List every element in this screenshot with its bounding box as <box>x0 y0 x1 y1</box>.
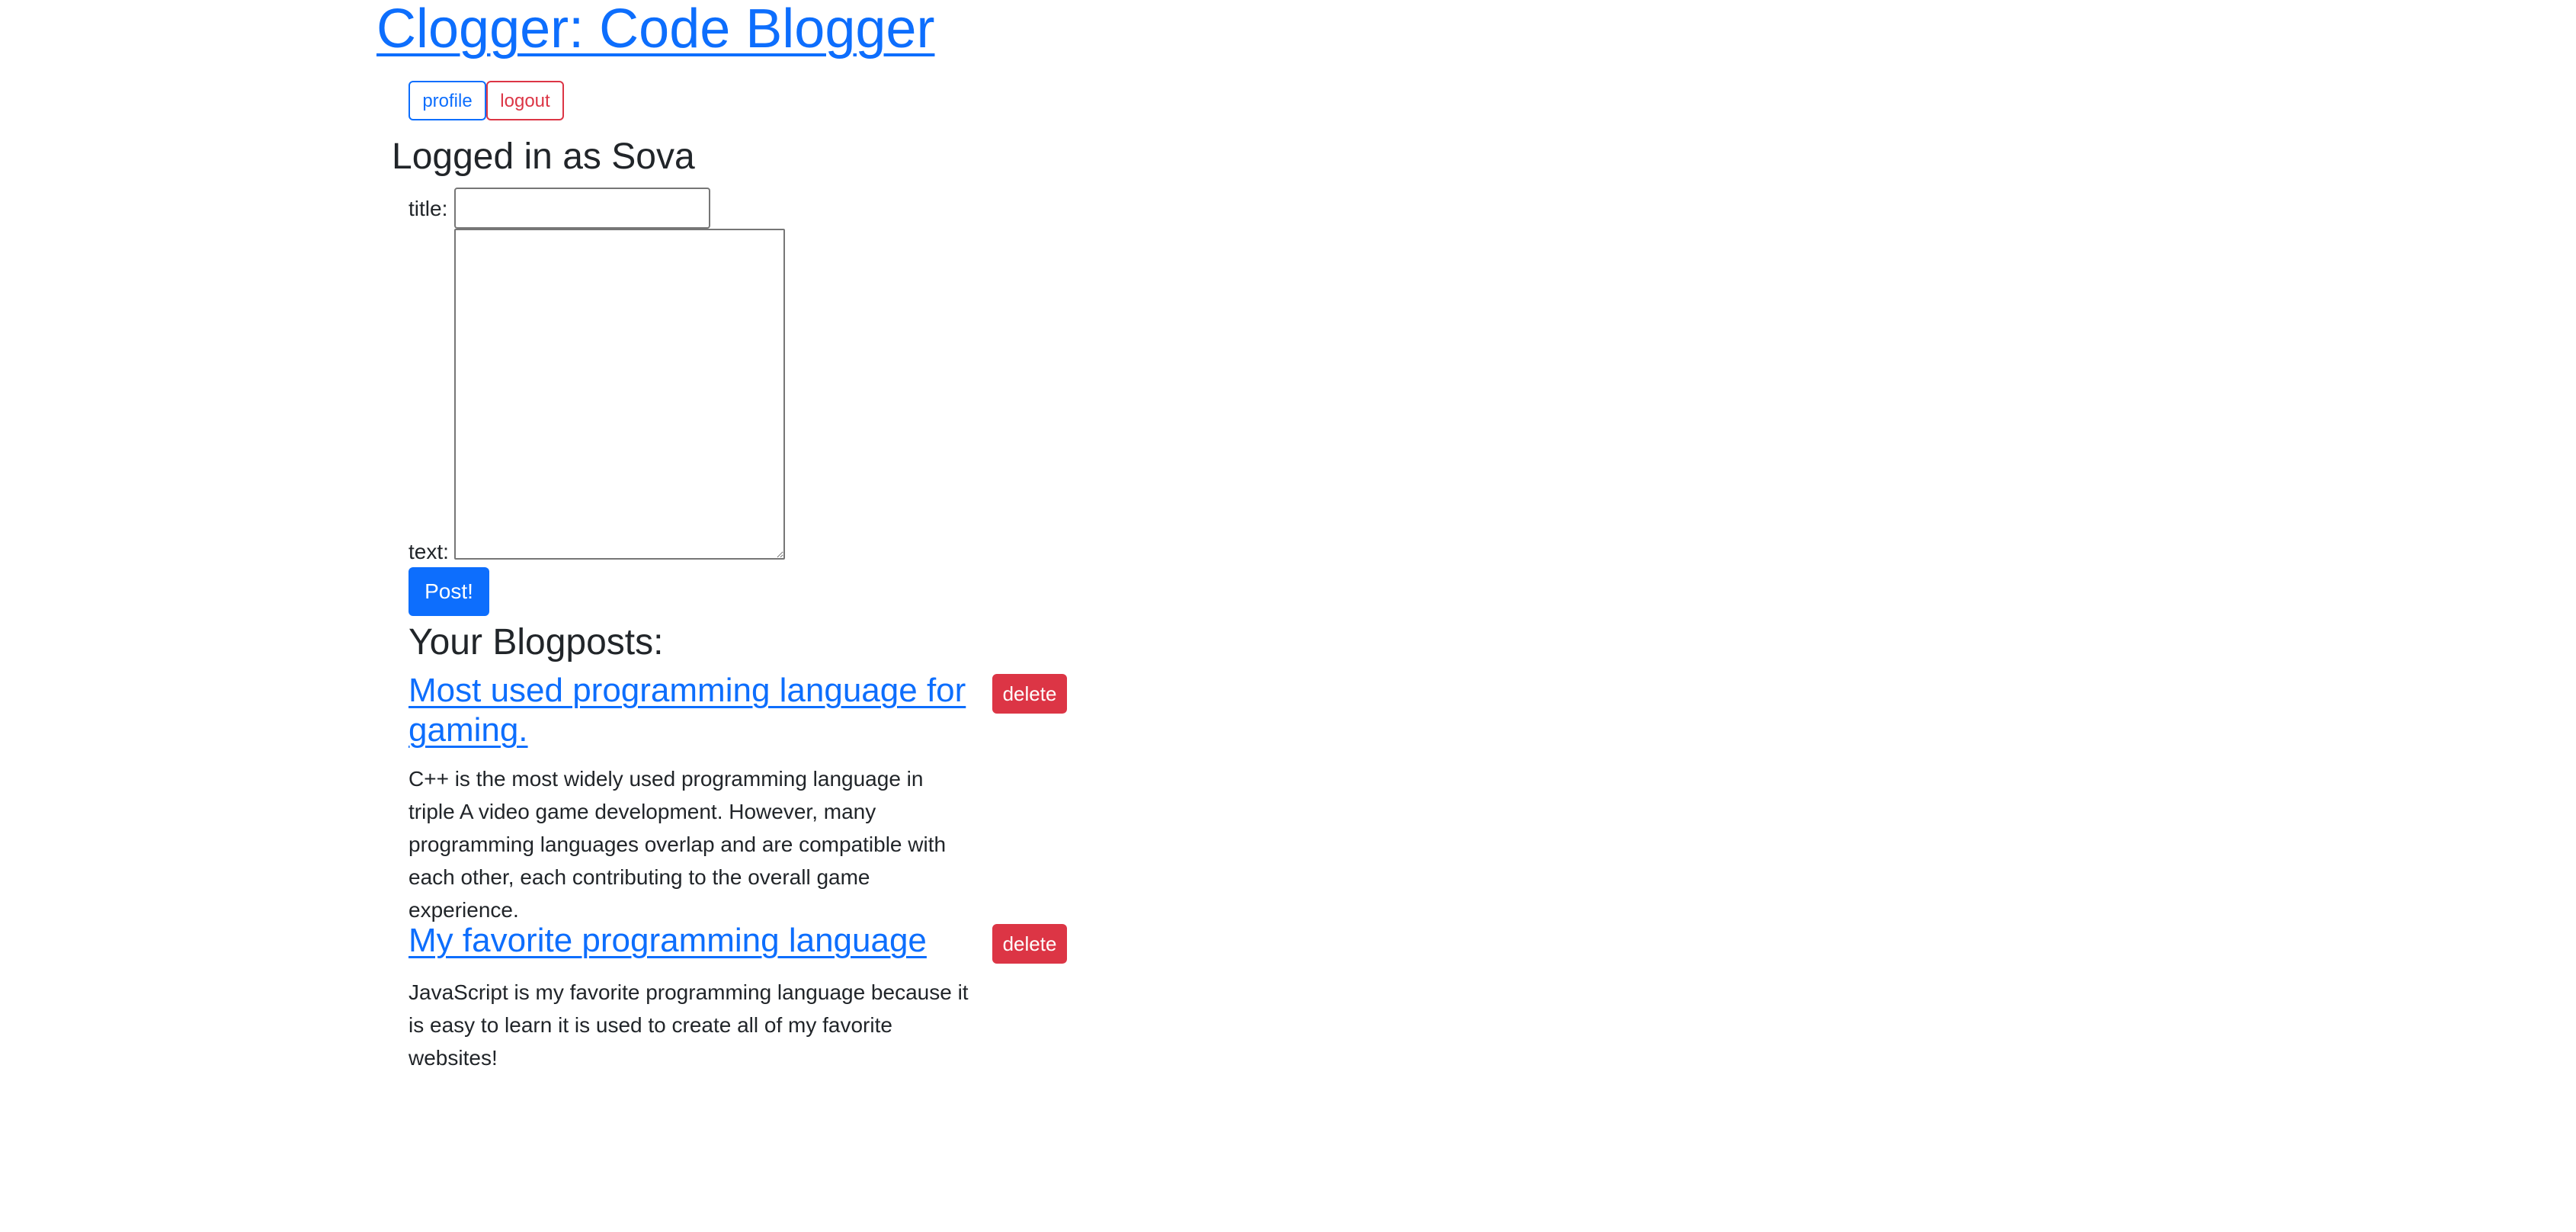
text-textarea[interactable] <box>454 229 785 560</box>
title-label: title: <box>409 197 448 220</box>
page: Clogger: Code Blogger profile logout Log… <box>0 0 2576 1232</box>
profile-button[interactable]: profile <box>409 81 486 120</box>
text-label: text: <box>409 540 449 563</box>
blogpost-title-link[interactable]: Most used programming language for gamin… <box>409 671 972 750</box>
blogpost-item: My favorite programming language JavaScr… <box>409 921 1067 1074</box>
delete-post-button[interactable]: delete <box>992 674 1067 714</box>
blogpost-item: Most used programming language for gamin… <box>409 671 1067 926</box>
logged-in-status: Logged in as Sova <box>392 136 695 177</box>
blogpost-title-link[interactable]: My favorite programming language <box>409 921 972 961</box>
blogpost-body: JavaScript is my favorite programming la… <box>409 980 969 1070</box>
site-title-link[interactable]: Clogger: Code Blogger <box>376 0 934 63</box>
nav-buttons: profile logout <box>409 81 564 120</box>
logout-button[interactable]: logout <box>486 81 564 120</box>
blogposts-heading: Your Blogposts: <box>409 622 664 663</box>
delete-post-button[interactable]: delete <box>992 924 1067 964</box>
post-button[interactable]: Post! <box>409 567 489 616</box>
title-input[interactable] <box>454 188 710 229</box>
blogpost-body: C++ is the most widely used programming … <box>409 767 947 922</box>
